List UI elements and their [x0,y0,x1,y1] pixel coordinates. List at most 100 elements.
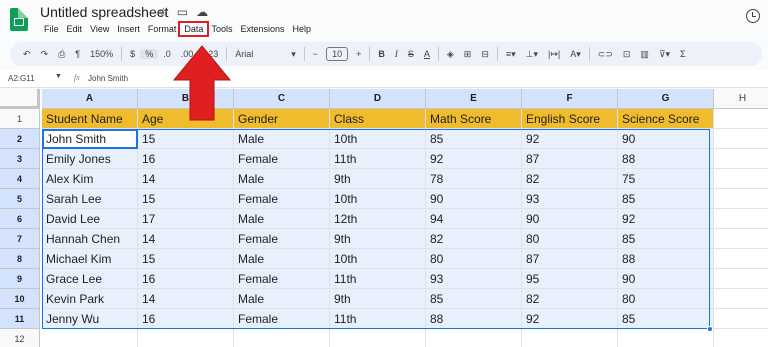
insert-comment-icon[interactable]: ⊡ [618,49,636,60]
data-cell[interactable]: 14 [138,169,234,189]
menu-format[interactable]: Format [144,23,181,35]
data-cell[interactable]: 17 [138,209,234,229]
data-cell[interactable]: Male [234,209,330,229]
header-cell[interactable]: Math Score [426,109,522,129]
cloud-status-icon[interactable]: ☁ [196,5,208,19]
data-cell[interactable]: 11th [330,309,426,329]
filter-icon[interactable]: ⊽▾ [654,49,675,60]
data-cell[interactable]: 85 [618,189,714,209]
functions-icon[interactable]: Σ [675,49,691,59]
sheets-logo-icon[interactable] [10,8,28,31]
row-header-7[interactable]: 7 [0,229,40,249]
row-header-10[interactable]: 10 [0,289,40,309]
data-cell[interactable]: 90 [618,129,714,149]
data-cell[interactable]: 11th [330,149,426,169]
data-cell[interactable]: Kevin Park [42,289,138,309]
empty-cell[interactable] [714,269,768,289]
italic-button[interactable]: I [390,49,403,59]
data-cell[interactable]: 87 [522,249,618,269]
data-cell[interactable]: 93 [426,269,522,289]
data-cell[interactable]: Female [234,189,330,209]
data-cell[interactable]: Alex Kim [42,169,138,189]
formula-input[interactable]: John Smith [88,74,128,83]
data-cell[interactable]: 16 [138,149,234,169]
redo-icon[interactable]: ↷ [36,49,54,60]
data-cell[interactable]: Male [234,129,330,149]
text-color-button[interactable]: A [419,49,435,59]
empty-cell[interactable] [714,329,768,347]
data-cell[interactable]: 10th [330,249,426,269]
column-header-f[interactable]: F [522,89,618,109]
row-header-8[interactable]: 8 [0,249,40,269]
data-cell[interactable]: 90 [522,209,618,229]
font-size-input[interactable]: 10 [326,47,349,61]
print-icon[interactable]: ⎙ [53,49,70,60]
menu-data[interactable]: Data [178,21,210,37]
empty-cell[interactable] [714,229,768,249]
paint-format-icon[interactable]: ¶ [70,49,85,59]
row-header-6[interactable]: 6 [0,209,40,229]
fill-color-icon[interactable]: ◈ [442,49,459,60]
row-header-4[interactable]: 4 [0,169,40,189]
menu-file[interactable]: File [40,23,63,35]
header-cell[interactable]: Class [330,109,426,129]
text-rotation-icon[interactable]: A▾ [565,49,586,60]
percent-format-button[interactable]: % [140,49,159,59]
column-header-g[interactable]: G [618,89,714,109]
column-header-a[interactable]: A [42,89,138,109]
data-cell[interactable]: 85 [618,229,714,249]
empty-cell[interactable] [714,129,768,149]
empty-cell[interactable] [714,169,768,189]
row-header-3[interactable]: 3 [0,149,40,169]
row-header-9[interactable]: 9 [0,269,40,289]
data-cell[interactable]: 82 [522,169,618,189]
data-cell[interactable]: 11th [330,269,426,289]
data-cell[interactable]: 10th [330,189,426,209]
empty-cell[interactable] [234,329,330,347]
data-cell[interactable]: 80 [426,249,522,269]
row-header-1[interactable]: 1 [0,109,40,129]
data-cell[interactable]: 10th [330,129,426,149]
menu-help[interactable]: Help [288,23,315,35]
menu-view[interactable]: View [86,23,113,35]
data-cell[interactable]: Male [234,169,330,189]
data-cell[interactable]: Female [234,229,330,249]
currency-format-button[interactable]: $ [125,49,140,59]
decrease-font-size-button[interactable]: − [308,49,323,59]
data-cell[interactable]: 93 [522,189,618,209]
data-cell[interactable]: 9th [330,229,426,249]
data-cell[interactable]: 92 [426,149,522,169]
select-all-corner[interactable] [0,89,40,109]
row-header-5[interactable]: 5 [0,189,40,209]
data-cell[interactable]: 14 [138,229,234,249]
row-header-2[interactable]: 2 [0,129,40,149]
data-cell[interactable]: Female [234,149,330,169]
data-cell[interactable]: 82 [522,289,618,309]
data-cell[interactable]: 92 [522,129,618,149]
header-cell[interactable]: Student Name [42,109,138,129]
data-cell[interactable]: 88 [618,149,714,169]
empty-cell[interactable] [618,329,714,347]
data-cell[interactable]: Male [234,249,330,269]
empty-cell[interactable] [330,329,426,347]
column-header-h[interactable]: H [714,89,768,109]
insert-link-icon[interactable]: ⊂⊃ [593,49,618,60]
empty-cell[interactable] [138,329,234,347]
empty-cell[interactable] [426,329,522,347]
data-cell[interactable]: Female [234,269,330,289]
menu-extensions[interactable]: Extensions [236,23,288,35]
empty-cell[interactable] [714,309,768,329]
data-cell[interactable]: 16 [138,269,234,289]
strikethrough-button[interactable]: S [403,49,419,59]
increase-font-size-button[interactable]: + [351,49,366,59]
data-cell[interactable]: 95 [522,269,618,289]
text-wrap-icon[interactable]: |↦| [543,49,565,60]
star-icon[interactable]: ☆ [158,5,169,19]
data-cell[interactable]: 9th [330,289,426,309]
merge-cells-icon[interactable]: ⊟ [476,49,494,60]
data-cell[interactable]: 12th [330,209,426,229]
data-cell[interactable]: 85 [426,289,522,309]
data-cell[interactable]: 82 [426,229,522,249]
insert-chart-icon[interactable]: ▥ [635,49,654,60]
version-history-icon[interactable] [746,9,760,23]
